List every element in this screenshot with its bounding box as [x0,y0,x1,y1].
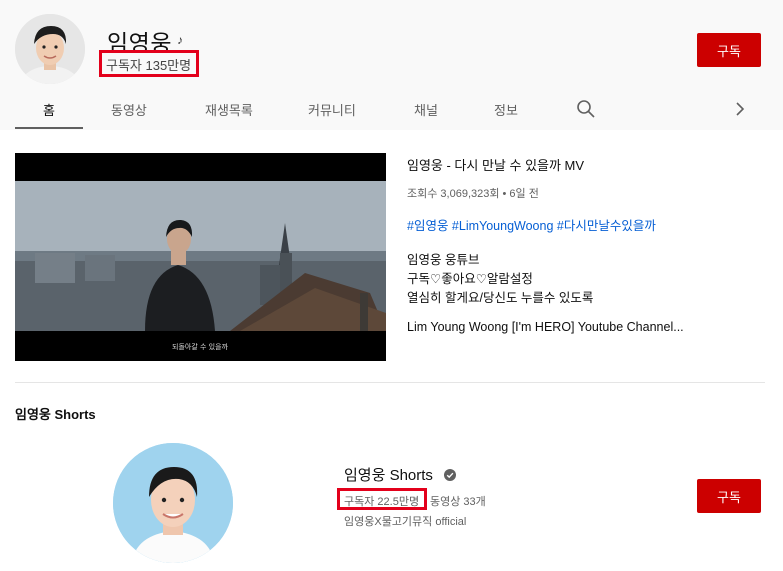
video-title[interactable]: 임영웅 - 다시 만날 수 있을까 MV [407,155,584,174]
shorts-video-count: 동영상 33개 [430,496,486,508]
featured-video-thumbnail[interactable]: 되돌아갈 수 있을까 [15,153,386,361]
description-line: Lim Young Woong [I'm HERO] Youtube Chann… [407,320,684,334]
description-line: 임영웅 웅튜브 [407,253,480,267]
description-line: 구독♡좋아요♡알람설정 [407,272,533,286]
shorts-channel-name[interactable]: 임영웅 Shorts [344,464,433,485]
music-note-icon: ♪ [177,33,183,47]
tab-community[interactable]: 커뮤니티 [308,100,356,119]
channel-avatar[interactable] [15,14,85,84]
shorts-subscribe-button[interactable]: 구독 [697,479,761,513]
shorts-channel-avatar[interactable] [113,443,233,563]
tab-videos[interactable]: 동영상 [111,100,147,119]
subscriber-count: 구독자 135만명 [106,58,192,73]
tab-home[interactable]: 홈 [43,100,55,119]
subscribe-button[interactable]: 구독 [697,33,761,67]
video-hashtags[interactable]: #임영웅 #LimYoungWoong #다시만날수있을까 [407,215,656,234]
tab-channels[interactable]: 채널 [414,100,438,119]
tab-about[interactable]: 정보 [494,100,518,119]
section-title[interactable]: 임영웅 Shorts [15,404,96,423]
tab-playlists[interactable]: 재생목록 [205,100,253,119]
active-tab-indicator [15,127,83,129]
section-divider [15,382,765,383]
channel-tabs: 홈 동영상 재생목록 커뮤니티 채널 정보 [0,90,783,130]
search-icon[interactable] [576,99,596,119]
shorts-channel-handle: 임영웅X물고기뮤직 official [344,516,467,528]
description-line: 열심히 할게요/당신도 누를수 있도록 [407,291,594,305]
chevron-right-icon[interactable] [732,99,748,119]
verified-icon [444,468,456,481]
video-subtitle: 되돌아갈 수 있을까 [172,342,229,351]
video-meta: 조회수 3,069,323회 • 6일 전 [407,188,539,200]
shorts-subscriber-count: 구독자 22.5만명 [344,496,420,508]
